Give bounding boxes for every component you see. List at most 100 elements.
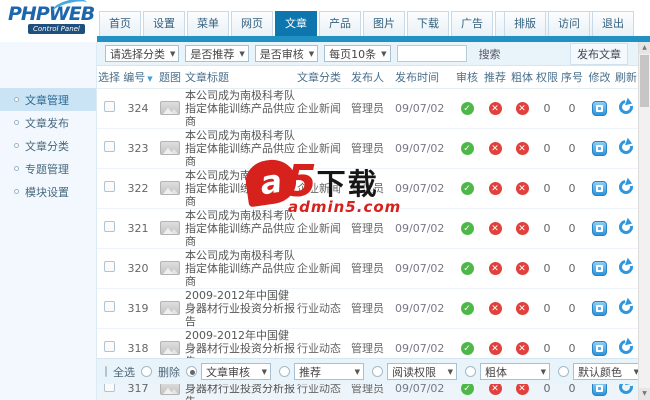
rejected-icon[interactable]: ✕	[488, 302, 502, 316]
column-header[interactable]: 选择	[97, 66, 121, 89]
delete-radio[interactable]	[141, 366, 152, 377]
rejected-icon[interactable]: ✕	[488, 262, 502, 276]
column-header[interactable]: 刷新	[614, 66, 638, 89]
footer-select[interactable]: 文章审核 ▼	[201, 363, 271, 380]
rejected-icon[interactable]: ✕	[515, 222, 529, 236]
column-header[interactable]: 权限	[535, 66, 559, 89]
refresh-button[interactable]	[616, 296, 636, 317]
sidebar-item[interactable]: 文章发布	[0, 111, 96, 134]
column-header[interactable]: 文章标题	[185, 66, 297, 89]
row-checkbox[interactable]	[103, 221, 115, 232]
refresh-button[interactable]	[616, 256, 636, 277]
rejected-icon[interactable]: ✕	[515, 302, 529, 316]
approved-icon[interactable]: ✓	[460, 182, 474, 196]
article-title-link[interactable]: 本公司成为南极科考队指定体能训练产品供应商	[185, 249, 297, 288]
edit-button[interactable]	[592, 180, 607, 196]
refresh-button[interactable]	[616, 96, 636, 117]
refresh-button[interactable]	[616, 216, 636, 237]
nav-tab[interactable]: 产品	[319, 11, 361, 36]
column-header[interactable]: 题图	[155, 66, 185, 89]
rejected-icon[interactable]: ✕	[488, 142, 502, 156]
scroll-up-icon[interactable]: ▲	[639, 42, 650, 54]
nav-tab[interactable]: 菜单	[187, 11, 229, 36]
edit-button[interactable]	[592, 300, 607, 316]
column-header[interactable]: 序号	[559, 66, 585, 89]
footer-select[interactable]: 默认颜色 ▼	[573, 363, 643, 380]
approved-icon[interactable]: ✓	[460, 302, 474, 316]
approved-icon[interactable]: ✓	[460, 342, 474, 356]
search-input[interactable]	[396, 45, 467, 62]
action-radio[interactable]	[372, 366, 383, 377]
rejected-icon[interactable]: ✕	[488, 382, 502, 396]
filter-select[interactable]: 是否审核 ▼	[254, 45, 319, 62]
edit-button[interactable]	[592, 100, 607, 116]
nav-tab[interactable]: 首页	[99, 11, 141, 36]
approved-icon[interactable]: ✓	[460, 102, 474, 116]
sort-icon[interactable]: ▼	[147, 75, 152, 83]
article-title-link[interactable]: 2009-2012年中国健身器材行业投资分析报告	[185, 289, 297, 328]
rejected-icon[interactable]: ✕	[488, 182, 502, 196]
rejected-icon[interactable]: ✕	[515, 102, 529, 116]
refresh-button[interactable]	[616, 336, 636, 357]
scrollbar-thumb[interactable]	[640, 55, 649, 107]
rejected-icon[interactable]: ✕	[515, 142, 529, 156]
sidebar-item[interactable]: 模块设置	[0, 180, 96, 203]
nav-tab[interactable]: 网页	[231, 11, 273, 36]
rejected-icon[interactable]: ✕	[515, 182, 529, 196]
article-title-link[interactable]: 本公司成为南极科考队指定体能训练产品供应商	[185, 89, 297, 128]
sidebar-item[interactable]: 专题管理	[0, 157, 96, 180]
vertical-scrollbar[interactable]: ▲ ▼	[638, 42, 650, 400]
edit-button[interactable]	[592, 220, 607, 236]
publish-article-button[interactable]: 发布文章	[570, 42, 628, 65]
column-header[interactable]: 推荐	[481, 66, 509, 89]
edit-button[interactable]	[592, 260, 607, 276]
footer-select[interactable]: 粗体 ▼	[480, 363, 550, 380]
article-title-link[interactable]: 本公司成为南极科考队指定体能训练产品供应商	[185, 209, 297, 248]
approved-icon[interactable]: ✓	[460, 222, 474, 236]
refresh-button[interactable]	[616, 136, 636, 157]
rejected-icon[interactable]: ✕	[515, 342, 529, 356]
action-radio[interactable]	[279, 366, 290, 377]
nav-tab[interactable]: 广告	[451, 11, 493, 36]
footer-select[interactable]: 推荐 ▼	[294, 363, 364, 380]
column-header[interactable]: 文章分类	[297, 66, 351, 89]
nav-tab[interactable]: 设置	[143, 11, 185, 36]
action-radio[interactable]	[558, 366, 569, 377]
rejected-icon[interactable]: ✕	[515, 382, 529, 396]
nav-tab-right[interactable]: 退出	[592, 11, 634, 36]
article-title-link[interactable]: 本公司成为南极科考队指定体能训练产品供应商	[185, 169, 297, 208]
refresh-button[interactable]	[616, 176, 636, 197]
approved-icon[interactable]: ✓	[460, 142, 474, 156]
sidebar-item[interactable]: 文章分类	[0, 134, 96, 157]
row-checkbox[interactable]	[103, 101, 115, 112]
column-header[interactable]: 审核	[453, 66, 481, 89]
nav-tab[interactable]: 文章	[275, 11, 317, 36]
column-header[interactable]: 修改	[585, 66, 614, 89]
scroll-down-icon[interactable]: ▼	[639, 388, 650, 400]
column-header[interactable]: 粗体	[509, 66, 535, 89]
row-checkbox[interactable]	[103, 301, 115, 312]
nav-tab-right[interactable]: 访问	[548, 11, 590, 36]
row-checkbox[interactable]	[103, 261, 115, 272]
approved-icon[interactable]: ✓	[460, 382, 474, 396]
action-radio[interactable]	[186, 366, 197, 377]
rejected-icon[interactable]: ✕	[488, 342, 502, 356]
row-checkbox[interactable]	[103, 341, 115, 352]
edit-button[interactable]	[592, 140, 607, 156]
column-header[interactable]: 发布时间	[395, 66, 453, 89]
row-checkbox[interactable]	[103, 141, 115, 152]
edit-button[interactable]	[592, 340, 607, 356]
select-all-checkbox[interactable]	[105, 366, 107, 377]
row-checkbox[interactable]	[103, 181, 115, 192]
nav-tab[interactable]: 下载	[407, 11, 449, 36]
nav-tab-right[interactable]: 排版	[504, 11, 546, 36]
rejected-icon[interactable]: ✕	[488, 222, 502, 236]
filter-select[interactable]: 请选择分类 ▼	[105, 45, 180, 62]
action-radio[interactable]	[465, 366, 476, 377]
article-title-link[interactable]: 本公司成为南极科考队指定体能训练产品供应商	[185, 129, 297, 168]
column-header[interactable]: 发布人	[351, 66, 395, 89]
sidebar-item[interactable]: 文章管理	[0, 88, 96, 111]
column-header[interactable]: 编号 ▼	[121, 66, 155, 89]
nav-tab[interactable]: 图片	[363, 11, 405, 36]
filter-select[interactable]: 每页10条 ▼	[324, 45, 391, 62]
